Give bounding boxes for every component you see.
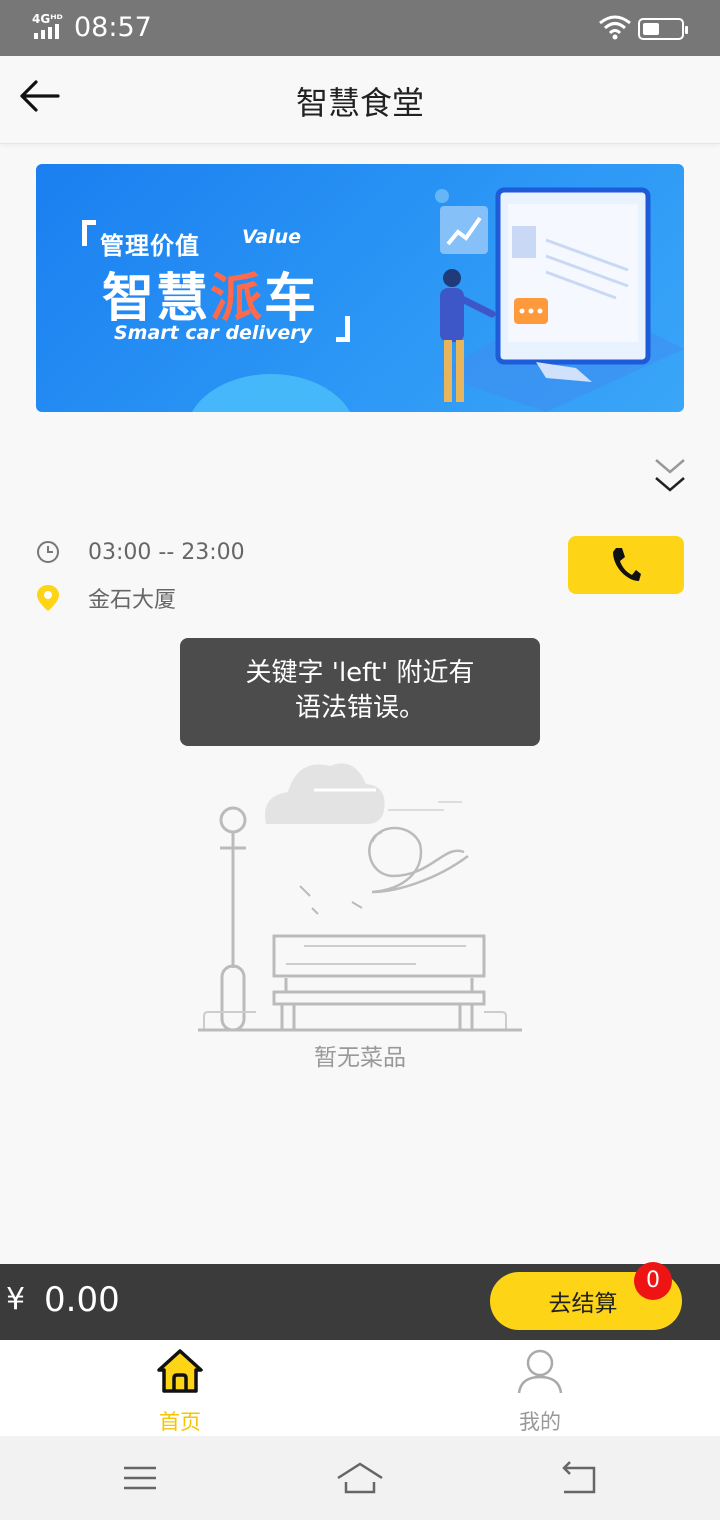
tab-mine[interactable]: 我的 [480,1346,600,1436]
empty-state-text: 暂无菜品 [314,1045,406,1071]
banner-kicker-en: Value [242,226,301,248]
home-nav-icon[interactable] [336,1458,384,1498]
wifi-icon [599,15,631,40]
call-button[interactable] [568,536,684,594]
banner-headline: 智慧派车 [102,256,318,331]
status-bar: 4Gᴴᴰ 08:57 [0,0,720,56]
tab-home[interactable]: 首页 [120,1346,240,1436]
store-address-row: 金石大厦 [36,582,176,614]
nav-bar: 智慧食堂 [0,56,720,144]
cart-count-badge: 0 [634,1262,672,1300]
banner-headline-part1: 智慧 [102,269,211,329]
system-nav-bar [0,1436,720,1520]
user-icon [517,1349,563,1394]
signal-icon [34,24,59,39]
store-hours-row: 03:00 -- 23:00 [36,538,245,566]
location-pin-icon [36,584,60,612]
store-hours: 03:00 -- 23:00 [88,539,245,565]
banner-bracket-right [336,316,350,342]
expand-chevron-icon[interactable] [650,456,690,496]
empty-state-illustration [198,763,522,1032]
status-time: 08:57 [74,12,152,43]
toast-line-2: 语法错误。 [294,693,425,723]
tab-home-label: 首页 [159,1410,201,1434]
checkout-bar: ¥ 0.00 去结算 0 [0,1262,720,1340]
promo-banner[interactable]: 管理价值 Value 智慧派车 Smart car delivery [36,164,684,412]
back-nav-icon[interactable] [556,1458,604,1498]
error-toast: 关键字 'left' 附近有 语法错误。 [180,638,540,746]
toast-line-1: 关键字 'left' 附近有 [245,658,475,688]
banner-subtitle: Smart car delivery [114,322,312,344]
store-address: 金石大厦 [88,588,177,613]
currency-symbol: ¥ [6,1282,26,1317]
total-amount: 0.00 [44,1280,120,1320]
banner-headline-part2: 车 [264,269,319,329]
home-icon [157,1349,203,1393]
clock-icon [36,538,60,566]
page-title: 智慧食堂 [295,84,424,122]
menu-icon[interactable] [116,1458,164,1498]
tab-mine-label: 我的 [519,1410,561,1434]
banner-decoration [186,374,356,412]
phone-icon [613,548,641,581]
tab-bar: 首页 我的 [0,1340,720,1436]
battery-icon [638,18,688,40]
banner-headline-highlight: 派 [210,269,265,329]
computer-illustration [435,187,684,412]
banner-bracket-left [82,220,96,246]
